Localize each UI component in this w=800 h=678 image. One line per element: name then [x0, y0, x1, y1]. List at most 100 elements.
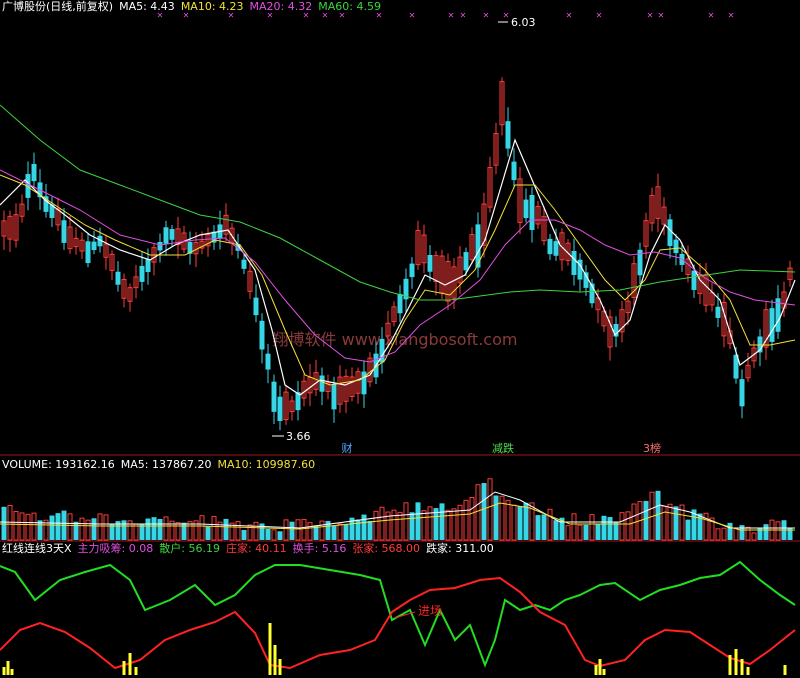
zhuli-bar [122, 661, 126, 675]
volume-bar [289, 521, 295, 540]
zhuli-bar [128, 653, 132, 675]
volume-bar [85, 519, 91, 541]
candle-body [85, 241, 91, 264]
indicator-header: 红线连线3天X 主力吸筹: 0.08 散户: 56.19 庄家: 40.11 换手: 5… [2, 542, 500, 556]
zhuli-bar [268, 623, 272, 675]
volume-bar [721, 527, 727, 541]
zhuli-bar [134, 667, 138, 675]
volume-bar [211, 515, 217, 541]
candle-body [157, 242, 163, 251]
volume-bar [151, 517, 157, 540]
candle-body [265, 353, 271, 370]
zhuli-bar [2, 667, 6, 675]
volume-bar [343, 524, 349, 540]
volume-bar [469, 497, 475, 541]
volume-bar [319, 520, 325, 541]
volume-bar [271, 529, 277, 541]
ma10-label: MA10: 4.23 [180, 0, 244, 13]
candle-body [397, 293, 403, 314]
volume-bar [715, 528, 721, 541]
candle-body [463, 252, 469, 271]
volume-bar [541, 514, 547, 540]
ma5-label: MA5: 4.43 [119, 0, 175, 13]
volume-bar [205, 526, 211, 540]
marker-sanbang: 3榜 [643, 441, 661, 455]
zhuli-bar [273, 645, 277, 675]
ma60-line [0, 104, 796, 301]
zhuli-bar [740, 659, 744, 675]
candle-body [427, 254, 433, 272]
event-marker: ✕ [448, 11, 455, 20]
volume-bar [535, 515, 541, 540]
zhuli-bar [746, 667, 750, 675]
candle-body [115, 271, 121, 285]
indicator-diejia: 跌家: 311.00 [426, 542, 494, 555]
zhuli-bar [10, 669, 14, 675]
volume-bar [751, 532, 757, 541]
volume-bar [391, 509, 397, 541]
volume-bar [565, 525, 571, 541]
volume-bar [493, 495, 499, 540]
volume-bar [727, 522, 733, 540]
volume-bar [175, 522, 181, 541]
min-price-label: 3.66 [286, 430, 311, 443]
event-marker: ✕ [409, 11, 416, 20]
volume-bar [223, 518, 229, 540]
zhuli-bar [783, 665, 787, 675]
volume-bar [439, 503, 445, 540]
volume-bar [241, 529, 247, 540]
volume-bar [361, 514, 367, 540]
volume-bar [685, 519, 691, 540]
candle-body [673, 239, 679, 254]
volume-bar [265, 528, 271, 540]
candle-body [691, 270, 697, 290]
event-marker: ✕ [728, 11, 735, 20]
indicator-sanhu: 散户: 56.19 [159, 542, 220, 555]
volume-bar [295, 519, 301, 541]
event-marker: ✕ [708, 11, 715, 20]
volume-value: VOLUME: 193162.16 [2, 458, 115, 471]
candle-body [139, 265, 145, 282]
volume-bar [181, 522, 187, 540]
volume-bar [253, 521, 259, 541]
volume-bar [73, 521, 79, 540]
volume-bar [577, 524, 583, 541]
chart-canvas: 翔博软件 www.xiangbosoft.com6.033.66✕ ✕ ✕ ✕ ✕ ✕ ✕ ✕… [0, 11, 800, 675]
volume-bar [601, 515, 607, 540]
candle-body [739, 379, 745, 407]
indicator-zhuli: 主力吸筹: 0.08 [77, 542, 154, 555]
volume-bar [337, 523, 343, 541]
price-header: 广博股份(日线,前复权) MA5: 4.43 MA10: 4.23 MA20: 4.3… [2, 0, 387, 14]
candle-body [163, 227, 169, 244]
volume-bar [199, 515, 205, 541]
volume-bar [673, 506, 679, 540]
volume-bar [703, 512, 709, 541]
volume-bar [103, 514, 109, 541]
red-line [0, 576, 796, 670]
candle-body [271, 381, 277, 412]
stock-chart: 翔博软件 www.xiangbosoft.com 6.03 3.66 ✕ ✕ ✕ ✕ ✕ ✕ ✕ ✕… [0, 0, 800, 678]
volume-bar [25, 513, 31, 541]
candle-body [145, 259, 151, 273]
candle-body [547, 238, 553, 255]
candle-body [667, 219, 673, 246]
volume-bar [595, 523, 601, 540]
volume-bar [619, 512, 625, 541]
candle-body [253, 297, 259, 316]
volume-bar [67, 513, 73, 541]
volume-bar [7, 505, 13, 541]
max-price-label: 6.03 [511, 16, 536, 29]
volume-bar [511, 504, 517, 541]
candle-body [61, 220, 67, 243]
candle-body [241, 259, 247, 269]
volume-bar [523, 502, 529, 540]
volume-bar [445, 509, 451, 541]
event-marker: ✕ [460, 11, 467, 20]
volume-bar [79, 517, 85, 541]
candle-body [409, 263, 415, 278]
zhuli-bar [602, 669, 606, 675]
annotation-jinchang: 进场 [418, 604, 442, 618]
volume-bar [481, 483, 487, 540]
volume-bar [643, 500, 649, 540]
candle-body [511, 161, 517, 181]
